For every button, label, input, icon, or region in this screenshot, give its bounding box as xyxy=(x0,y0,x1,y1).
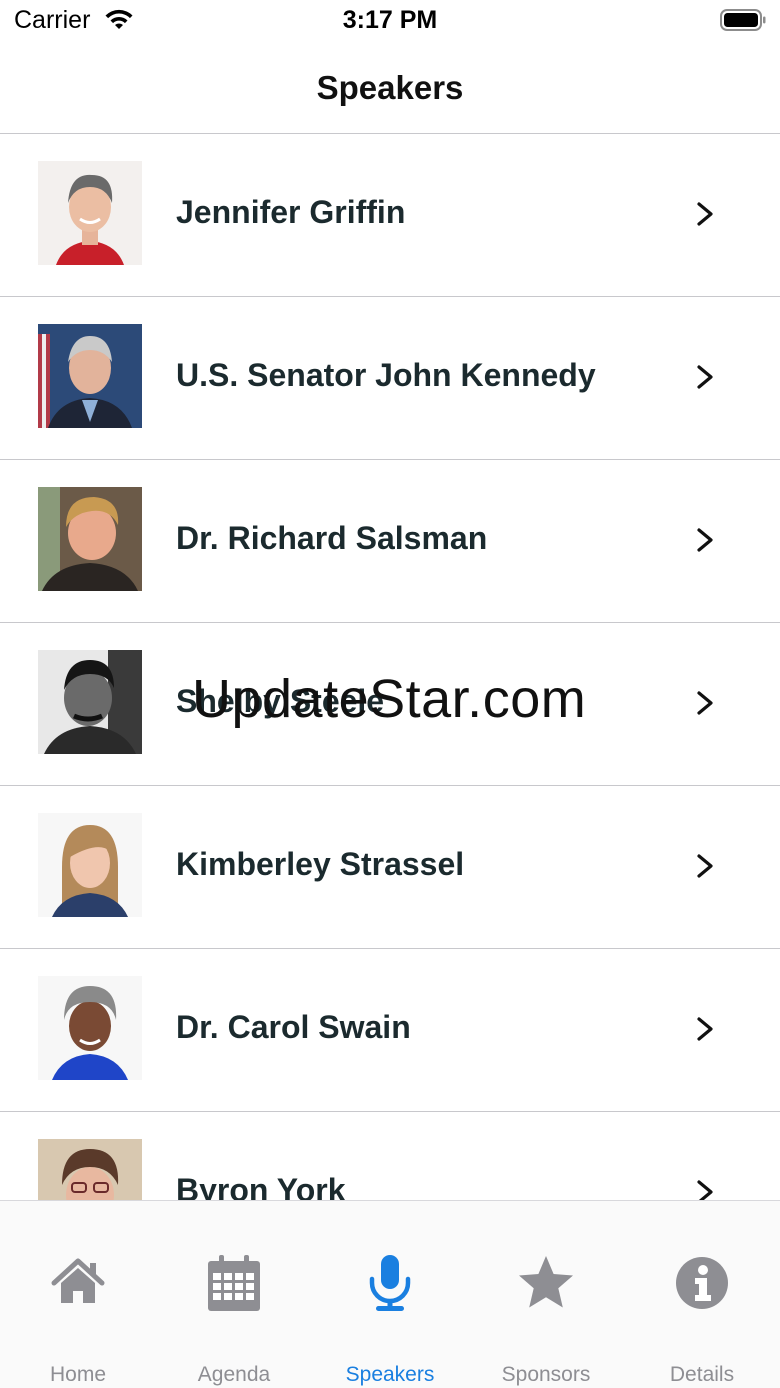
tab-label: Speakers xyxy=(345,1363,435,1386)
speaker-row-john-kennedy[interactable]: U.S. Senator John Kennedy xyxy=(0,297,780,460)
speaker-row-shelby-steele[interactable]: Shelby Steele xyxy=(0,623,780,786)
speaker-name: Byron York xyxy=(176,1172,346,1200)
calendar-icon xyxy=(208,1255,260,1311)
chevron-right-icon xyxy=(697,854,713,878)
speaker-row-jennifer-griffin[interactable]: Jennifer Griffin xyxy=(0,134,780,297)
speaker-photo xyxy=(38,324,142,428)
speaker-photo xyxy=(38,976,142,1080)
speaker-photo xyxy=(38,161,142,265)
battery-icon xyxy=(720,9,766,31)
speaker-list[interactable]: Jennifer Griffin U.S. Senator John Kenne… xyxy=(0,134,780,1200)
page-title: Speakers xyxy=(316,69,464,106)
tab-details[interactable]: Details xyxy=(624,1201,780,1388)
tab-label: Home xyxy=(49,1363,107,1386)
speaker-row-richard-salsman[interactable]: Dr. Richard Salsman xyxy=(0,460,780,623)
tab-sponsors[interactable]: Sponsors xyxy=(468,1201,624,1388)
microphone-icon xyxy=(369,1255,411,1311)
speaker-name: Dr. Richard Salsman xyxy=(176,520,488,556)
tab-agenda[interactable]: Agenda xyxy=(156,1201,312,1388)
tab-label: Sponsors xyxy=(501,1363,591,1386)
navigation-bar: Speakers xyxy=(0,44,780,134)
tab-label: Agenda xyxy=(197,1363,271,1386)
chevron-right-icon xyxy=(697,202,713,226)
star-icon xyxy=(519,1256,573,1308)
tab-bar: Home Agenda Speakers Sponsors Details xyxy=(0,1200,780,1388)
speaker-name: Shelby Steele xyxy=(176,683,385,719)
chevron-right-icon xyxy=(697,1017,713,1041)
tab-home[interactable]: Home xyxy=(0,1201,156,1388)
home-icon xyxy=(51,1258,105,1303)
chevron-right-icon xyxy=(697,528,713,552)
speaker-row-byron-york[interactable]: Byron York xyxy=(0,1112,780,1200)
speaker-photo xyxy=(38,487,142,591)
tab-label: Details xyxy=(669,1363,735,1386)
speaker-photo xyxy=(38,813,142,917)
speaker-name: Dr. Carol Swain xyxy=(176,1009,411,1045)
info-icon xyxy=(676,1257,728,1309)
chevron-right-icon xyxy=(697,365,713,389)
status-bar: Carrier 3:17 PM xyxy=(0,0,780,44)
speaker-name: Kimberley Strassel xyxy=(176,846,465,882)
speaker-name: Jennifer Griffin xyxy=(176,194,406,230)
speaker-row-carol-swain[interactable]: Dr. Carol Swain xyxy=(0,949,780,1112)
speaker-name: U.S. Senator John Kennedy xyxy=(176,357,596,393)
clock: 3:17 PM xyxy=(342,6,438,34)
speaker-photo xyxy=(38,650,142,754)
tab-speakers[interactable]: Speakers xyxy=(312,1201,468,1388)
speaker-photo xyxy=(38,1139,142,1200)
chevron-right-icon xyxy=(697,691,713,715)
speaker-row-kimberley-strassel[interactable]: Kimberley Strassel xyxy=(0,786,780,949)
chevron-right-icon xyxy=(697,1180,713,1200)
